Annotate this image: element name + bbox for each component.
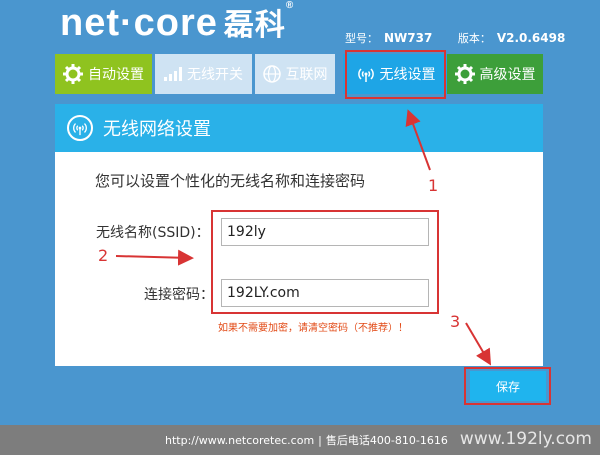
annotation-number-2: 2 — [98, 246, 109, 265]
globe-icon — [262, 65, 281, 83]
annotation-box-save — [464, 367, 551, 405]
password-label: 连接密码： — [144, 287, 214, 303]
footer: http://www.netcoretec.com | 售后电话400-810-… — [0, 425, 600, 455]
nav-advanced-settings[interactable]: 高级设置 — [447, 54, 543, 94]
version-label: 版本： — [457, 32, 491, 45]
nav-wifi-switch[interactable]: 无线开关 — [155, 54, 252, 94]
model-value: NW737 — [384, 31, 433, 45]
version-value: V2.0.6498 — [496, 31, 566, 45]
watermark: www.192ly.com — [459, 429, 592, 449]
nav-advanced-label: 高级设置 — [479, 67, 536, 83]
netcore-logo: net·core 磊科® — [60, 0, 294, 45]
logo-cn: 磊科 — [223, 9, 286, 42]
password-hint: 如果不需要加密，请清空密码（不推荐）！ — [218, 323, 408, 334]
ssid-label: 无线名称(SSID)： — [96, 225, 210, 241]
wifi-icon — [67, 115, 93, 141]
nav-auto-setup[interactable]: 自动设置 — [55, 54, 152, 94]
nav-internet[interactable]: 互联网 — [255, 54, 335, 94]
footer-separator: | — [318, 433, 322, 447]
signal-bars-icon — [164, 67, 182, 81]
gear-icon — [63, 64, 83, 84]
panel-title: 无线网络设置 — [103, 119, 211, 140]
logo-reg: ® — [285, 0, 295, 11]
annotation-box-nav — [345, 50, 446, 99]
main-nav: 自动设置 无线开关 互联网 无线设置 高级设置 — [55, 54, 543, 94]
nav-wifi-switch-label: 无线开关 — [187, 67, 243, 83]
nav-auto-label: 自动设置 — [88, 67, 144, 83]
logo-text: net·core — [60, 2, 218, 44]
annotation-number-3: 3 — [450, 312, 461, 331]
footer-url[interactable]: http://www.netcoretec.com — [165, 434, 314, 447]
annotation-number-1: 1 — [428, 176, 439, 195]
model-label: 型号： — [345, 32, 378, 45]
gear-icon — [454, 64, 475, 84]
annotation-box-fields — [211, 210, 439, 314]
nav-internet-label: 互联网 — [285, 67, 328, 83]
model-info: 型号： NW737 版本： V2.0.6498 — [345, 30, 565, 46]
intro-text: 您可以设置个性化的无线名称和连接密码 — [95, 172, 366, 190]
footer-phone: 售后电话400-810-1616 — [325, 434, 448, 447]
panel-header: 无线网络设置 — [55, 104, 543, 152]
